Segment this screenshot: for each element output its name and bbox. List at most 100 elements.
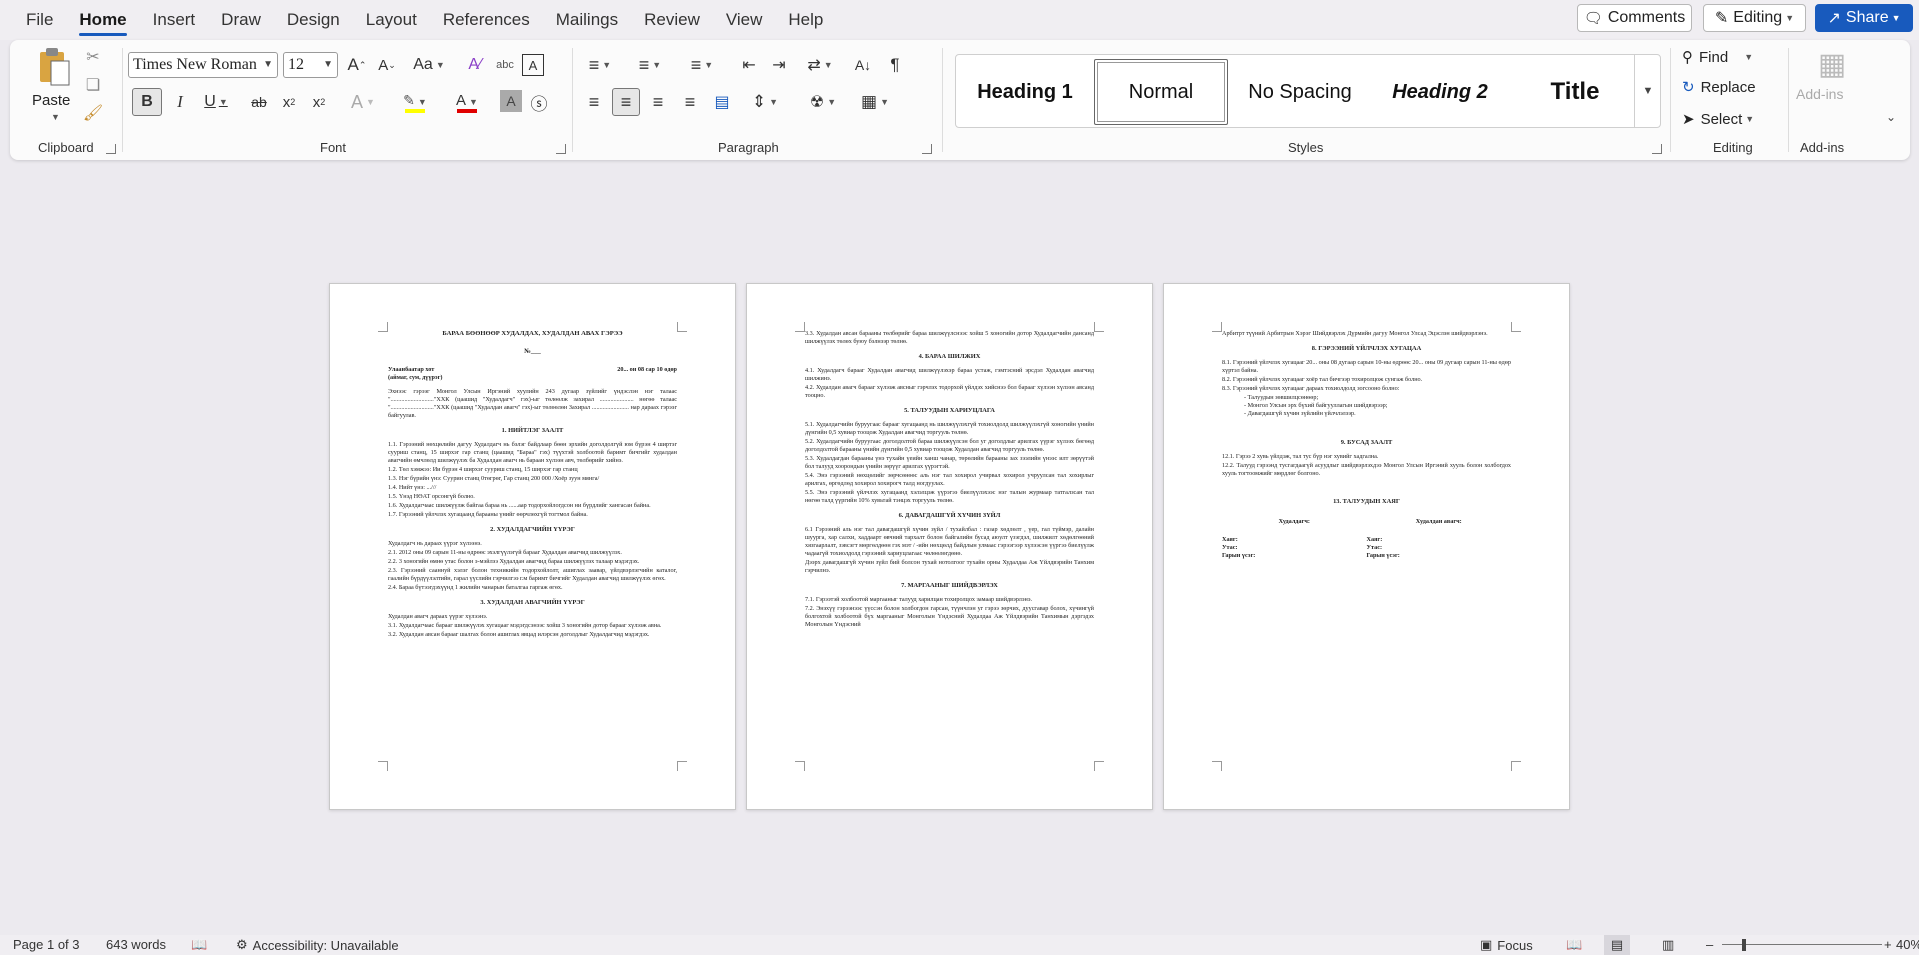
enclose-characters-icon[interactable]: ⓢ — [526, 88, 552, 116]
paragraph: 5.3. Худалдагдан барааны үнэ тухайн үеий… — [805, 455, 1094, 470]
zoom-level[interactable]: 40% — [1896, 937, 1919, 952]
grow-font-icon[interactable]: A ⌃ — [344, 52, 370, 78]
numbering-icon[interactable]: ≡ ▼ — [630, 52, 670, 78]
zoom-slider[interactable] — [1722, 944, 1882, 945]
character-border-icon[interactable]: A — [522, 54, 544, 76]
tab-references[interactable]: References — [430, 0, 543, 40]
document-page-1[interactable]: БАРАА БӨӨНӨӨР ХУДАЛДАХ, ХУДАЛДАН АВАХ ГЭ… — [329, 283, 736, 810]
distributed-icon[interactable]: ▤ — [708, 88, 736, 116]
address-row: Хаяг: Хаяг: — [1222, 536, 1511, 544]
style-normal[interactable]: Normal — [1094, 59, 1228, 125]
font-size-combo[interactable]: 12 ▼ — [283, 52, 338, 78]
print-layout-icon[interactable]: ▤ — [1604, 935, 1630, 955]
phonetic-guide-icon[interactable]: abc — [492, 52, 518, 78]
strikethrough-icon[interactable]: ab — [246, 88, 272, 116]
contract-number: №___ — [524, 348, 541, 355]
styles-more-icon[interactable]: ▼ — [1634, 55, 1661, 127]
find-button[interactable]: ⚲ Find ▼ — [1682, 48, 1754, 67]
align-left-icon[interactable]: ≡ — [580, 88, 608, 116]
highlight-color-icon[interactable]: ✎ ▼ — [392, 88, 438, 116]
replace-button[interactable]: ↻ Replace — [1682, 78, 1756, 97]
accessibility-status[interactable]: ⚙ Accessibility: Unavailable — [236, 937, 399, 953]
tab-help[interactable]: Help — [775, 0, 836, 40]
document-canvas[interactable]: БАРАА БӨӨНӨӨР ХУДАЛДАХ, ХУДАЛДАН АВАХ ГЭ… — [0, 160, 1919, 930]
comments-label: Comments — [1607, 9, 1686, 26]
chevron-down-icon: ▼ — [1744, 52, 1754, 62]
paragraph: 12.1. Гэрээ 2 хувь үйлдэж, тал тус бүр н… — [1222, 453, 1379, 460]
bullets-icon[interactable]: ≡ ▼ — [580, 52, 620, 78]
chevron-down-icon[interactable]: ▼ — [51, 112, 60, 122]
page-indicator[interactable]: Page 1 of 3 — [13, 937, 80, 952]
style-no-spacing[interactable]: No Spacing — [1232, 59, 1368, 125]
dialog-launcher-icon[interactable] — [556, 144, 566, 154]
justify-icon[interactable]: ≡ — [676, 88, 704, 116]
copy-icon[interactable]: ❏ — [82, 74, 104, 96]
font-color-icon[interactable]: A ▼ — [444, 88, 490, 116]
add-ins-icon[interactable]: ▦ — [1814, 46, 1850, 82]
focus-button[interactable]: ▣ Focus — [1480, 937, 1533, 953]
align-center-icon[interactable]: ≡ — [612, 88, 640, 116]
superscript-icon[interactable]: x2 — [306, 88, 332, 116]
proofing-icon[interactable]: 📖 — [191, 937, 207, 953]
collapse-ribbon-icon[interactable]: ⌄ — [1886, 110, 1896, 124]
increase-indent-icon[interactable]: ⇥ — [766, 52, 792, 78]
tab-mailings[interactable]: Mailings — [543, 0, 631, 40]
cut-icon[interactable]: ✂ — [82, 46, 104, 68]
tab-view[interactable]: View — [713, 0, 776, 40]
tab-home[interactable]: Home — [66, 0, 139, 40]
borders-icon[interactable]: ▦ ▼ — [854, 88, 896, 116]
tab-draw[interactable]: Draw — [208, 0, 274, 40]
subscript-icon[interactable]: x2 — [276, 88, 302, 116]
share-button[interactable]: ↗ Share ▼ — [1815, 4, 1913, 32]
show-paragraph-marks-icon[interactable]: ¶ — [882, 52, 908, 78]
style-heading-2[interactable]: Heading 2 — [1372, 59, 1508, 125]
underline-icon[interactable]: U ▼ — [198, 88, 234, 116]
multilevel-list-icon[interactable]: ≡ ▼ — [680, 52, 724, 78]
tab-review[interactable]: Review — [631, 0, 713, 40]
clear-formatting-icon[interactable]: A∕ — [462, 52, 488, 78]
format-painter-icon[interactable]: 🖌 — [82, 102, 104, 124]
line-spacing-icon[interactable]: ⇕ ▼ — [744, 88, 786, 116]
paste-label[interactable]: Paste — [32, 92, 70, 109]
chevron-down-icon[interactable]: ▼ — [263, 59, 273, 70]
comments-button[interactable]: 🗨 Comments — [1577, 4, 1692, 32]
chevron-down-icon[interactable]: ▼ — [323, 59, 333, 70]
decrease-indent-icon[interactable]: ⇤ — [736, 52, 762, 78]
dialog-launcher-icon[interactable] — [922, 144, 932, 154]
add-ins-button-label[interactable]: Add-ins — [1796, 86, 1843, 102]
text-effects-icon[interactable]: A ▼ — [344, 88, 382, 116]
read-mode-icon[interactable]: 📖 — [1566, 937, 1582, 953]
align-right-icon[interactable]: ≡ — [644, 88, 672, 116]
style-title[interactable]: Title — [1512, 59, 1638, 125]
page-content: 3.3. Худалдан авсан барааны төлбөрийг ба… — [805, 330, 1094, 630]
change-case-icon[interactable]: Aa ▼ — [410, 52, 448, 78]
section-heading: 6. ДАВАГДАШГҮЙ ХҮЧИН ЗҮЙЛ — [898, 512, 1001, 519]
zoom-out-icon[interactable]: – — [1706, 937, 1713, 952]
shading-icon[interactable]: ☢ ▼ — [802, 88, 844, 116]
dialog-launcher-icon[interactable] — [1652, 144, 1662, 154]
bold-icon[interactable]: B — [132, 88, 162, 116]
text-direction-icon[interactable]: ⇄ ▼ — [800, 52, 840, 78]
document-page-3[interactable]: Арбитрт түүний Арбитрын Хэрэг Шийдвэрлэх… — [1163, 283, 1570, 810]
zoom-in-icon[interactable]: + — [1884, 937, 1892, 952]
italic-icon[interactable]: I — [166, 88, 194, 116]
sort-icon[interactable]: A↓ — [850, 52, 876, 78]
web-layout-icon[interactable]: ▥ — [1662, 937, 1674, 953]
font-name-combo[interactable]: Times New Roman ▼ — [128, 52, 278, 78]
style-heading-1[interactable]: Heading 1 — [960, 59, 1090, 125]
paste-icon[interactable] — [34, 46, 74, 88]
seller-phone-label: Утас: — [1222, 544, 1238, 551]
shrink-font-icon[interactable]: A ⌄ — [374, 52, 400, 78]
character-shading-icon[interactable]: A — [500, 90, 522, 112]
tab-design[interactable]: Design — [274, 0, 353, 40]
document-page-2[interactable]: 3.3. Худалдан авсан барааны төлбөрийг ба… — [746, 283, 1153, 810]
zoom-slider-thumb[interactable] — [1742, 939, 1746, 951]
tab-layout[interactable]: Layout — [353, 0, 430, 40]
tab-insert[interactable]: Insert — [140, 0, 209, 40]
dialog-launcher-icon[interactable] — [106, 144, 116, 154]
editing-mode-button[interactable]: ✎ Editing ▼ — [1703, 4, 1806, 32]
paragraph: 1.7. Гэрээний үйлчлэх хугацаанд барааны … — [388, 511, 588, 518]
word-count[interactable]: 643 words — [106, 937, 166, 952]
tab-file[interactable]: File — [0, 0, 66, 40]
select-button[interactable]: ➤ Select ▼ — [1682, 110, 1754, 129]
